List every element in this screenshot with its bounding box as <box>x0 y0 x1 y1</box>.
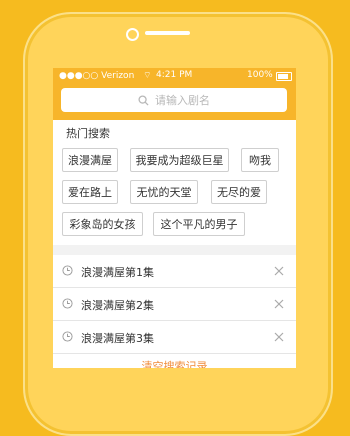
history-label: 浪漫满屋第2集 <box>81 299 154 312</box>
signal-icon: ●●●○○ <box>59 71 99 81</box>
history-label: 浪漫满屋第1集 <box>81 266 154 279</box>
history-item[interactable]: 浪漫满屋第2集 <box>53 288 296 320</box>
history-label: 浪漫满屋第3集 <box>81 332 154 345</box>
close-icon[interactable] <box>272 330 286 344</box>
close-icon[interactable] <box>272 264 286 278</box>
hot-tag[interactable]: 浪漫满屋 <box>62 148 118 172</box>
status-time: 4:21 PM <box>156 70 193 80</box>
hot-tag[interactable]: 彩象岛的女孩 <box>62 212 143 236</box>
hot-tag[interactable]: 吻我 <box>241 148 279 172</box>
phone-screen: ●●●○○ Verizon ⌔ 4:21 PM 100% 请输入剧名 热门搜索 … <box>53 68 296 368</box>
history-item[interactable]: 浪漫满屋第1集 <box>53 255 296 287</box>
camera-icon <box>126 28 139 41</box>
hot-search-title: 热门搜索 <box>66 127 110 140</box>
row-divider <box>53 353 296 354</box>
clock-icon <box>62 331 73 342</box>
section-separator <box>53 245 296 255</box>
search-placeholder: 请输入剧名 <box>155 94 210 107</box>
search-icon <box>138 94 149 106</box>
carrier-text: Verizon <box>101 71 135 81</box>
hot-tag[interactable]: 无尽的爱 <box>211 180 267 204</box>
hot-tag[interactable]: 这个平凡的男子 <box>153 212 245 236</box>
clock-icon <box>62 265 73 276</box>
battery-percent: 100% <box>247 70 273 80</box>
search-bar: 请输入剧名 <box>53 84 296 120</box>
clear-history-button[interactable]: 清空搜索记录 <box>53 358 296 368</box>
speaker-slot <box>145 31 190 35</box>
hot-tag[interactable]: 爱在路上 <box>62 180 118 204</box>
search-input[interactable]: 请输入剧名 <box>61 88 287 112</box>
clock-icon <box>62 298 73 309</box>
hot-tag[interactable]: 无忧的天堂 <box>130 180 198 204</box>
close-icon[interactable] <box>272 297 286 311</box>
hot-tag[interactable]: 我要成为超级巨星 <box>130 148 229 172</box>
wifi-icon: ⌔ <box>143 71 152 81</box>
carrier-label: ●●●○○ Verizon ⌔ <box>59 70 152 81</box>
battery-icon <box>276 72 292 81</box>
history-item[interactable]: 浪漫满屋第3集 <box>53 321 296 353</box>
status-bar: ●●●○○ Verizon ⌔ 4:21 PM 100% <box>53 68 296 84</box>
